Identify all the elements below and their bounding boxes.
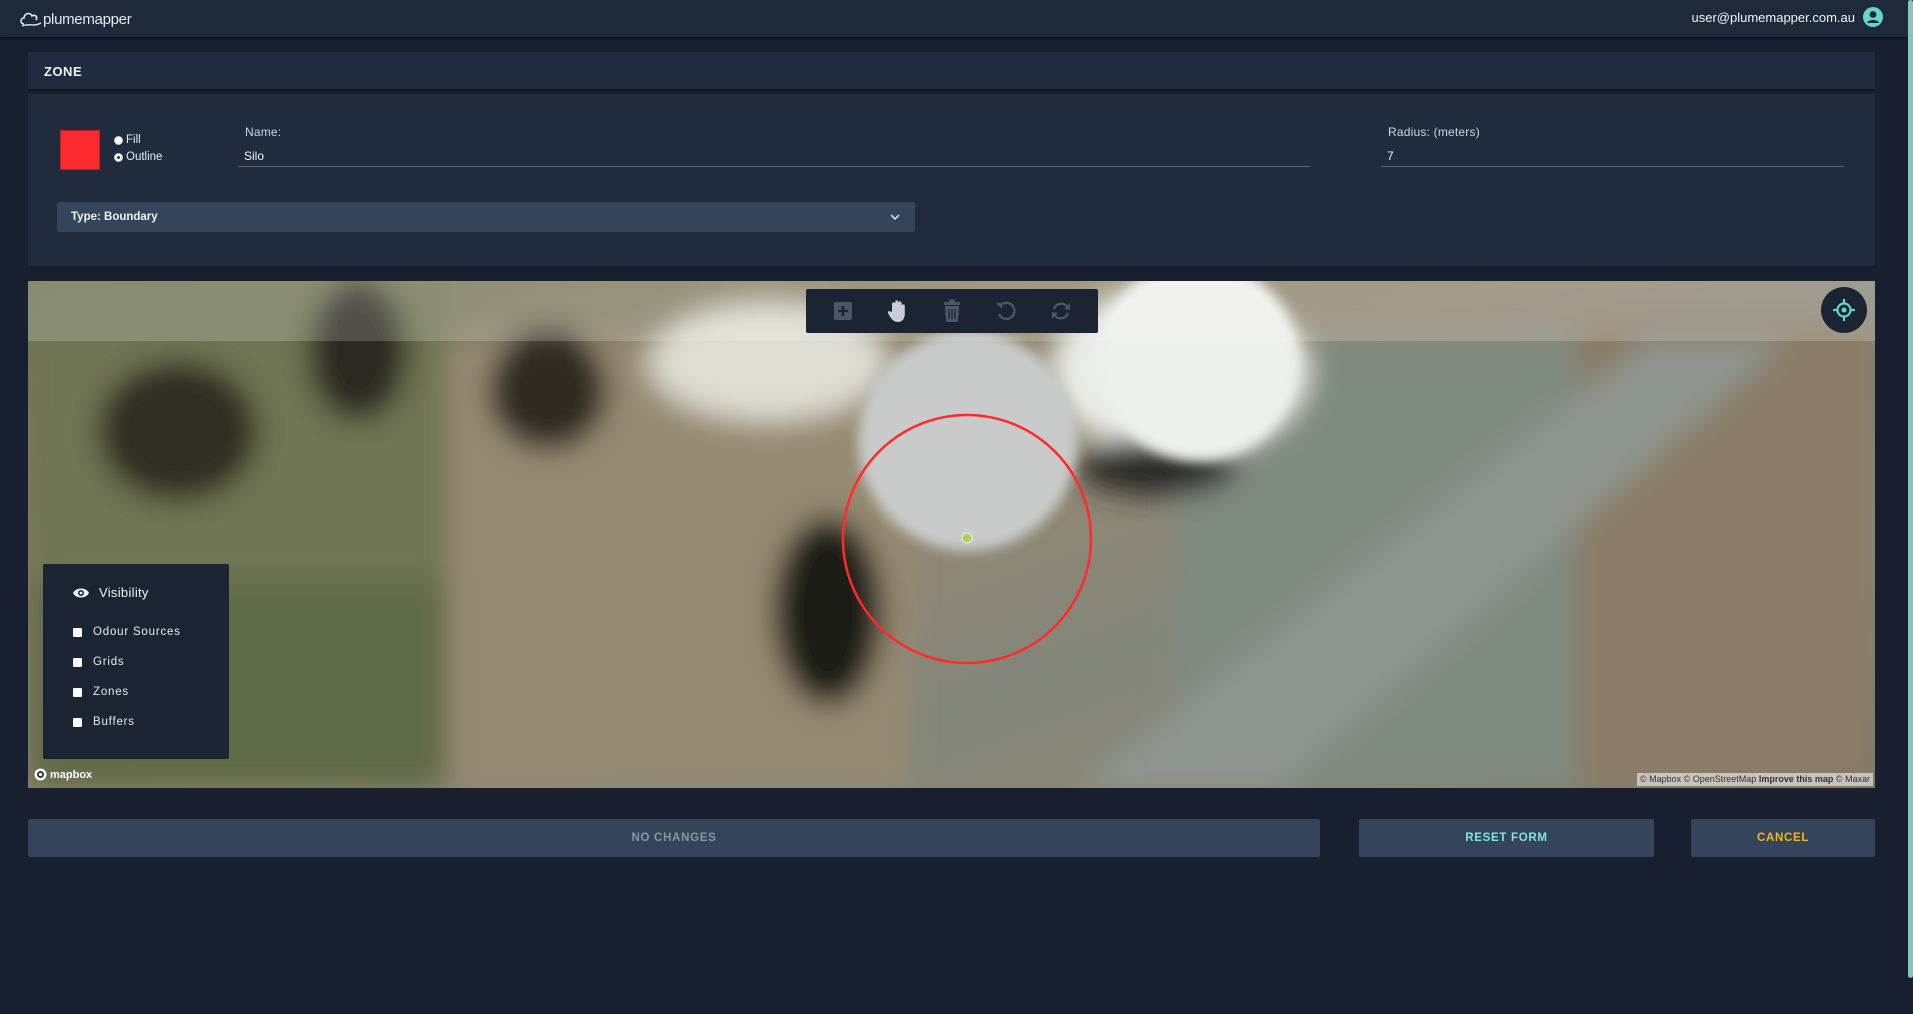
mapbox-mark-icon [34,768,47,781]
user-avatar-icon [1863,7,1883,27]
satellite-imagery [28,281,1875,788]
name-field[interactable] [238,146,1310,167]
redo-button[interactable] [1048,298,1074,324]
odour-sources-checkbox[interactable] [73,627,82,637]
visibility-item-grids[interactable]: Grids [73,656,124,668]
delete-button[interactable] [939,298,965,324]
section-title: ZONE [44,64,83,79]
visibility-title: Visibility [99,585,149,600]
plumemapper-logo[interactable]: plumemapper [20,8,132,30]
trash-icon [943,299,960,322]
page-scrollbar[interactable] [1908,0,1913,978]
cloud-logo-icon [20,12,42,27]
fill-radio[interactable] [114,135,123,145]
name-label: Name: [245,125,282,139]
pan-button[interactable] [885,298,911,324]
logo-text: plumemapper [43,10,132,28]
zone-center-handle[interactable] [961,532,973,544]
user-email: user@plumemapper.com.au [1691,9,1856,25]
radius-label: Radius: (meters) [1388,125,1480,139]
zone-form: Fill Outline Name: Radius: (meters) Type… [28,94,1875,266]
add-point-icon [834,302,853,320]
user-menu[interactable]: user@plumemapper.com.au [1691,7,1883,27]
visibility-header: Visibility [72,585,149,600]
visibility-item-buffers[interactable]: Buffers [73,716,135,728]
buffers-checkbox[interactable] [73,717,82,727]
map-canvas[interactable]: Visibility Odour Sources Grids Zones Buf… [28,281,1875,788]
outline-radio-option[interactable]: Outline [114,151,162,163]
grids-checkbox[interactable] [73,657,82,667]
type-select[interactable]: Type: Boundary [57,202,915,232]
mapbox-logo[interactable]: mapbox [34,768,92,781]
mapbox-label: mapbox [50,768,93,781]
type-select-value: Type: Boundary [71,211,158,223]
color-swatch[interactable] [60,130,100,170]
visibility-item-odour-sources[interactable]: Odour Sources [73,626,181,638]
redo-icon [1051,302,1070,320]
pan-hand-icon [887,300,905,322]
top-bar: plumemapper user@plumemapper.com.au [0,0,1913,37]
attribution-maxar[interactable]: © Maxar [1836,774,1870,784]
reset-form-button[interactable]: RESET FORM [1359,819,1654,857]
attribution-osm[interactable]: © OpenStreetMap [1684,774,1757,784]
visibility-item-label: Zones [93,686,129,698]
visibility-item-label: Odour Sources [93,626,181,638]
fill-radio-label: Fill [126,134,141,146]
fill-radio-option[interactable]: Fill [114,134,141,146]
visibility-item-label: Buffers [93,716,135,728]
undo-button[interactable] [993,298,1019,324]
zones-checkbox[interactable] [73,687,82,697]
zone-section-header: ZONE [28,52,1875,91]
visibility-item-label: Grids [93,656,125,668]
undo-icon [996,301,1016,321]
chevron-down-icon [890,214,900,221]
eye-icon [73,588,89,597]
attribution-improve-link[interactable]: Improve this map [1759,774,1834,784]
visibility-panel: Visibility Odour Sources Grids Zones Buf… [43,564,229,759]
map-draw-toolbar [806,289,1098,333]
no-changes-button[interactable]: NO CHANGES [28,819,1320,857]
attribution-mapbox[interactable]: © Mapbox [1640,774,1681,784]
cancel-button[interactable]: CANCEL [1691,819,1875,857]
outline-radio-label: Outline [126,151,163,163]
map-attribution: © Mapbox © OpenStreetMap Improve this ma… [1636,773,1873,786]
locate-button[interactable] [1821,287,1867,333]
visibility-item-zones[interactable]: Zones [73,686,129,698]
crosshair-icon [1833,299,1855,321]
radius-field[interactable] [1381,146,1844,167]
outline-radio[interactable] [114,152,123,162]
add-point-button[interactable] [830,298,856,324]
